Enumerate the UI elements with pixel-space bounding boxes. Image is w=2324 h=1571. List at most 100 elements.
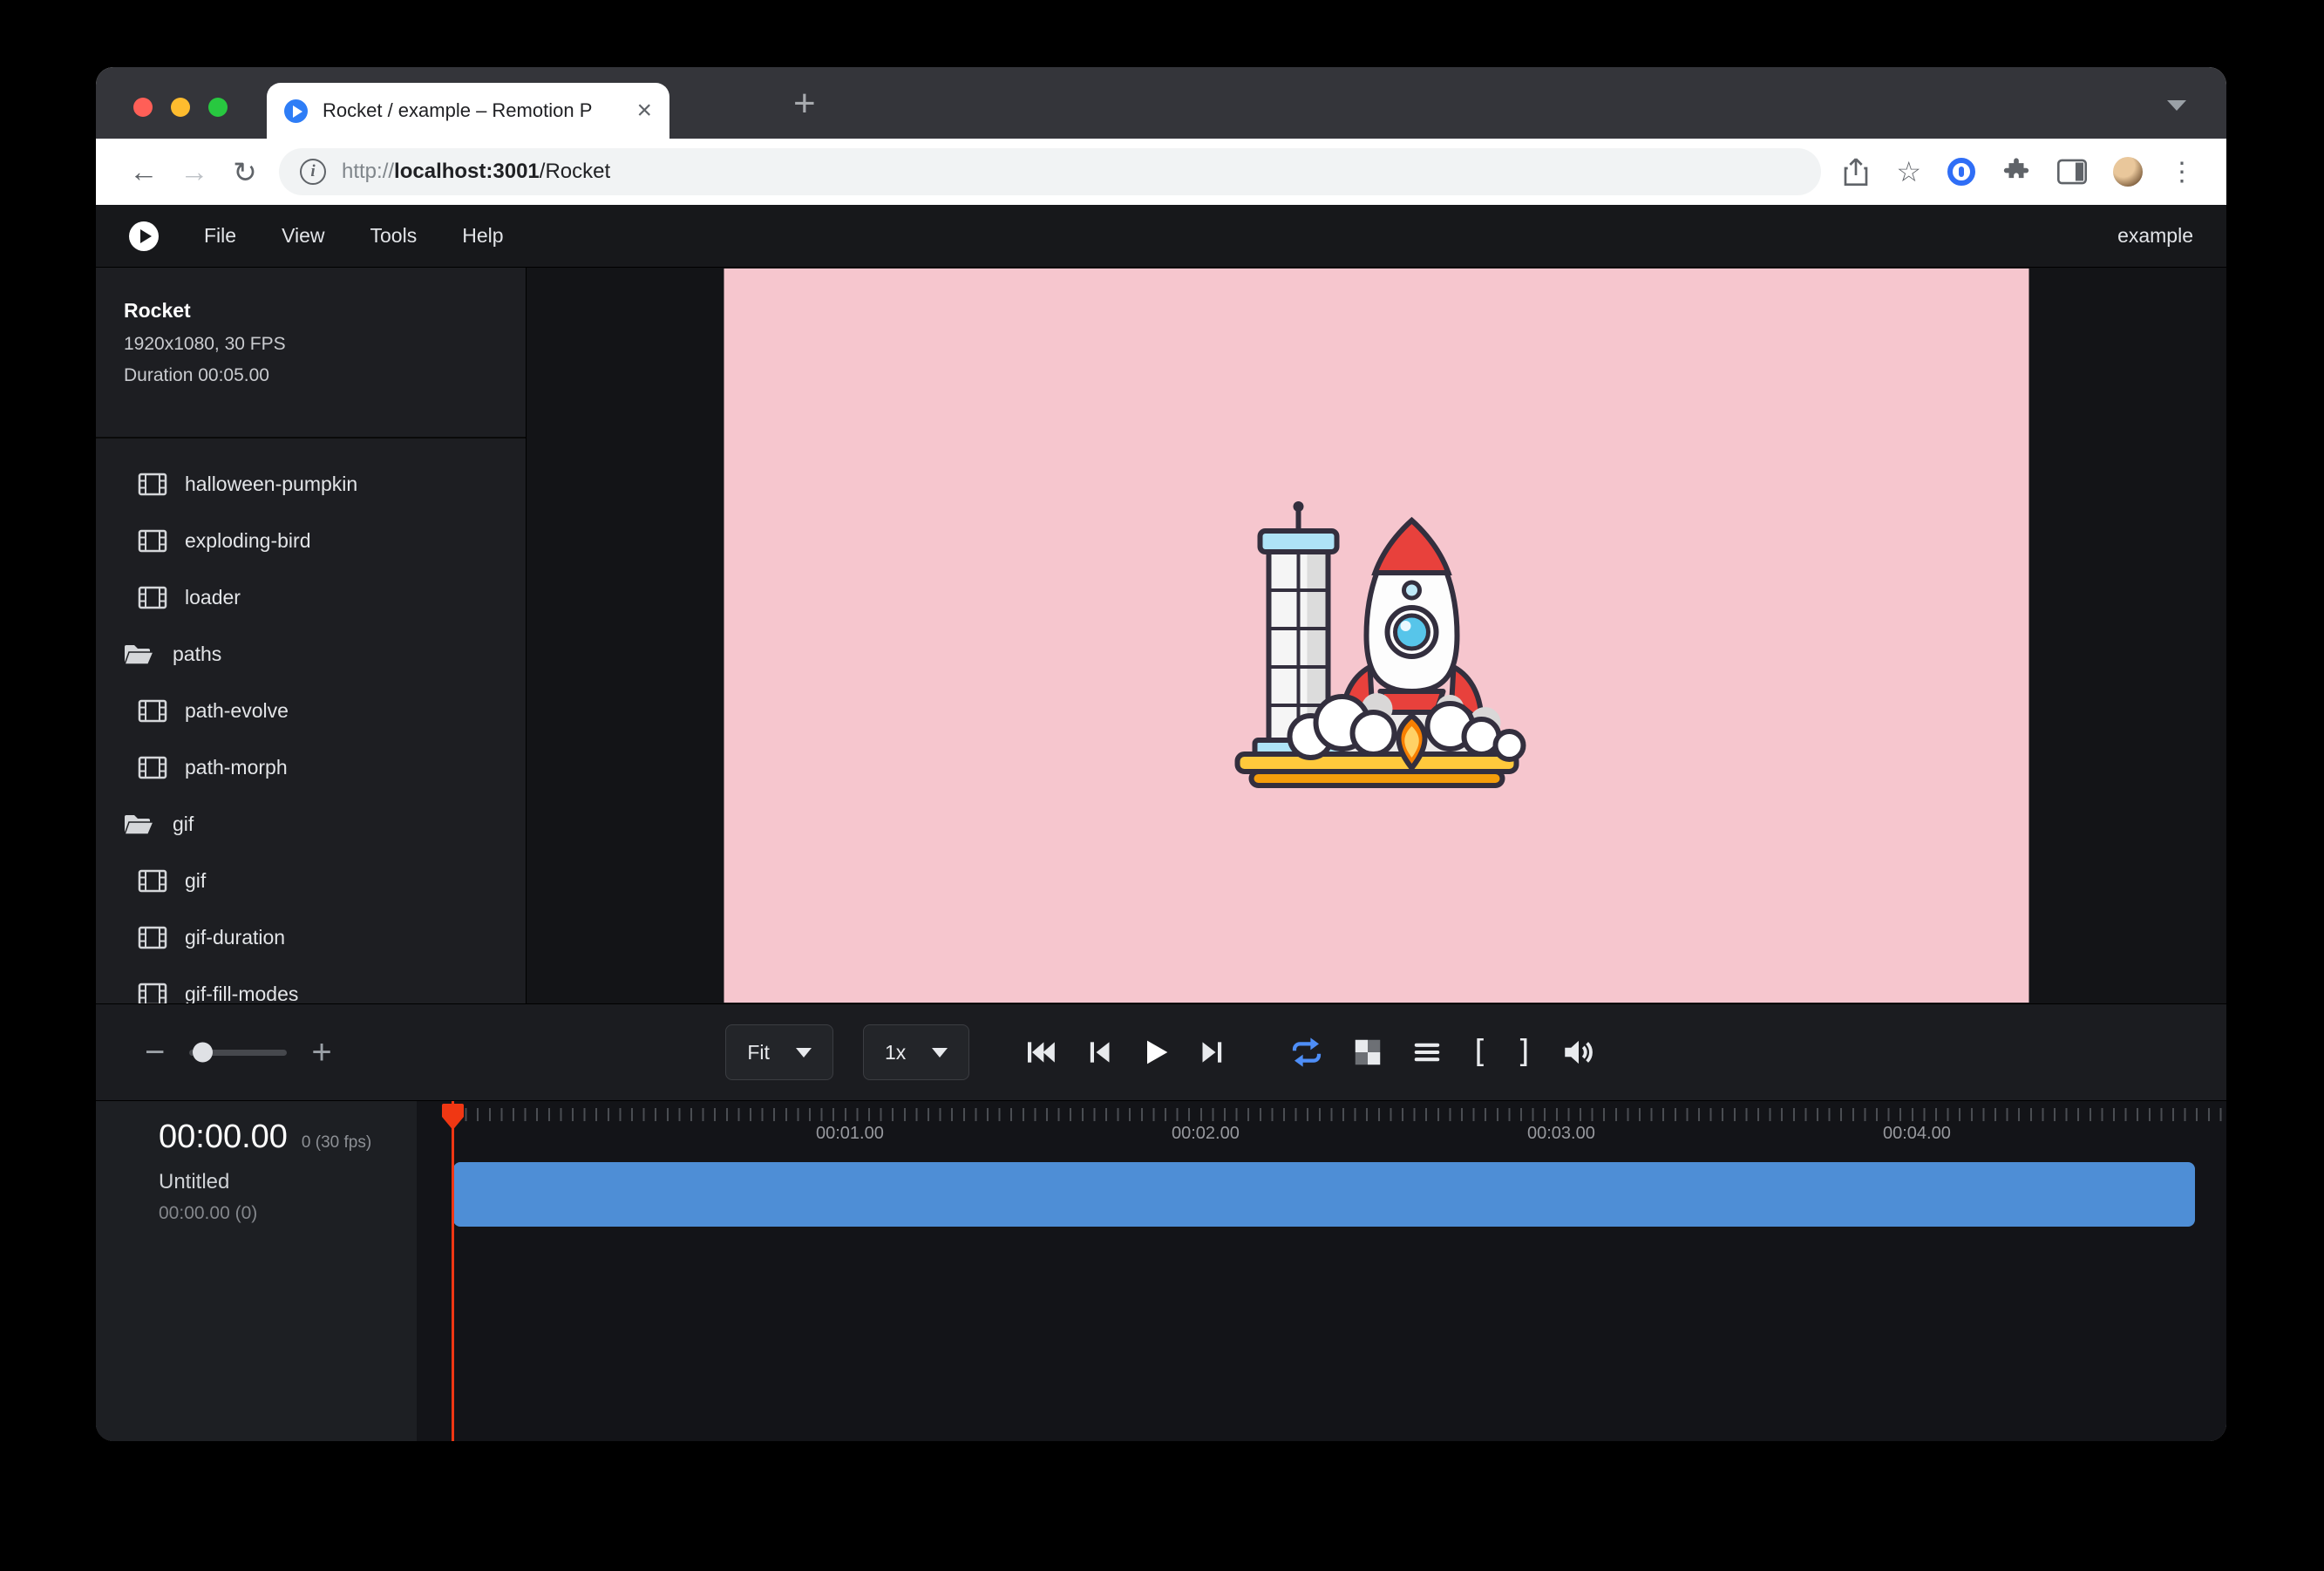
folder-open-icon <box>122 642 155 668</box>
timeline-info-column: 00:00.00 0 (30 fps) Untitled 00:00.00 (0… <box>96 1101 417 1441</box>
menu-view[interactable]: View <box>282 224 324 248</box>
transparency-checkerboard-icon[interactable] <box>1351 1036 1384 1069</box>
app-menubar: File View Tools Help example <box>96 205 2226 268</box>
ruler-label: 00:02.00 <box>1172 1124 1240 1144</box>
video-canvas[interactable] <box>724 269 2029 1003</box>
composition-item[interactable]: path-morph <box>96 739 526 796</box>
zoom-out-button[interactable]: − <box>145 1035 165 1070</box>
film-icon <box>138 699 167 723</box>
current-frame-label: 0 (30 fps) <box>302 1133 371 1153</box>
film-icon <box>138 529 167 553</box>
toolbar-actions: ☆ ⋮ <box>1837 155 2204 188</box>
tab-close-icon[interactable]: × <box>636 98 652 124</box>
url-host: localhost:3001 <box>394 160 540 184</box>
site-info-icon[interactable]: i <box>300 159 326 185</box>
volume-icon[interactable] <box>1560 1034 1597 1071</box>
menu-help[interactable]: Help <box>462 224 503 248</box>
remotion-logo-icon[interactable] <box>129 221 159 251</box>
film-icon <box>138 756 167 779</box>
menu-file[interactable]: File <box>204 224 236 248</box>
previous-frame-icon[interactable] <box>1081 1035 1116 1070</box>
browser-tab[interactable]: Rocket / example – Remotion P × <box>267 83 669 139</box>
speed-dropdown-value: 1x <box>885 1041 906 1064</box>
composition-label: exploding-bird <box>185 529 310 553</box>
timecode-row: 00:00.00 0 (30 fps) <box>159 1119 417 1156</box>
minimize-window-button[interactable] <box>171 98 190 117</box>
timeline-panel: 00:01.00 00:02.00 00:03.00 00:04.00 00:0… <box>96 1101 2226 1441</box>
new-tab-button[interactable]: + <box>793 79 816 128</box>
preview-area <box>527 268 2226 1003</box>
timeline-track[interactable] <box>453 1162 2195 1227</box>
center-controls: Fit 1x <box>725 1024 1596 1080</box>
composition-label: loader <box>185 586 241 609</box>
speed-dropdown[interactable]: 1x <box>863 1024 969 1080</box>
chevron-down-icon <box>932 1048 948 1058</box>
back-button[interactable]: ← <box>119 155 169 188</box>
composition-item[interactable]: halloween-pumpkin <box>96 456 526 513</box>
chevron-down-icon <box>796 1048 812 1058</box>
address-bar[interactable]: i http://localhost:3001/Rocket <box>279 148 1821 195</box>
track-duration: 00:00.00 (0) <box>159 1203 417 1224</box>
in-point-button[interactable]: [ <box>1470 1037 1489 1068</box>
composition-info: Rocket 1920x1080, 30 FPS Duration 00:05.… <box>96 268 526 391</box>
film-icon <box>138 869 167 893</box>
zoom-slider[interactable] <box>189 1050 287 1056</box>
rocket-illustration <box>1202 461 1551 810</box>
composition-item[interactable]: exploding-bird <box>96 513 526 569</box>
composition-item[interactable]: gif-duration <box>96 909 526 966</box>
share-icon[interactable] <box>1842 156 1870 187</box>
loop-icon[interactable] <box>1288 1034 1325 1071</box>
zoom-slider-knob[interactable] <box>193 1043 213 1063</box>
composition-duration: Duration 00:05.00 <box>124 360 498 391</box>
remotion-app: File View Tools Help example Rocket 1920… <box>96 205 2226 1441</box>
composition-item[interactable]: gif <box>96 853 526 909</box>
folder-label: gif <box>173 813 194 836</box>
ruler-label: 00:03.00 <box>1527 1124 1595 1144</box>
menu-tools[interactable]: Tools <box>370 224 418 248</box>
password-manager-icon[interactable] <box>1947 158 1975 186</box>
reload-button[interactable]: ↻ <box>220 155 270 189</box>
size-dropdown[interactable]: Fit <box>725 1024 833 1080</box>
url-path: /Rocket <box>540 160 610 184</box>
url-scheme: http:// <box>342 160 394 184</box>
ruler-label: 00:04.00 <box>1883 1124 1951 1144</box>
next-frame-icon[interactable] <box>1196 1035 1231 1070</box>
composition-item[interactable]: gif-fill-modes <box>96 966 526 1003</box>
profile-avatar[interactable] <box>2113 157 2143 187</box>
playback-controls-bar: − + Fit 1x <box>96 1003 2226 1101</box>
film-icon <box>138 983 167 1003</box>
tab-search-chevron-icon[interactable] <box>2167 100 2186 111</box>
composition-item[interactable]: loader <box>96 569 526 626</box>
folder-item[interactable]: paths <box>96 626 526 683</box>
forward-button[interactable]: → <box>169 155 220 188</box>
track-name[interactable]: Untitled <box>159 1170 417 1194</box>
composition-item[interactable]: path-evolve <box>96 683 526 739</box>
timeline-ruler[interactable] <box>453 1108 2226 1121</box>
play-icon[interactable] <box>1138 1035 1173 1070</box>
composition-label: gif <box>185 869 206 893</box>
zoom-in-button[interactable]: + <box>311 1035 331 1070</box>
browser-menu-icon[interactable]: ⋮ <box>2169 157 2195 187</box>
timeline-menu-icon[interactable] <box>1410 1036 1444 1069</box>
browser-toolbar: ← → ↻ i http://localhost:3001/Rocket ☆ <box>96 139 2226 205</box>
compositions-sidebar: Rocket 1920x1080, 30 FPS Duration 00:05.… <box>96 268 527 1003</box>
traffic-lights <box>133 98 228 117</box>
current-timecode: 00:00.00 <box>159 1119 288 1156</box>
transport-buttons <box>1023 1035 1231 1070</box>
composition-label: halloween-pumpkin <box>185 473 357 496</box>
extensions-puzzle-icon[interactable] <box>2001 157 2031 187</box>
tab-strip: Rocket / example – Remotion P × + <box>96 67 2226 139</box>
playhead-line[interactable] <box>452 1101 454 1441</box>
out-point-button[interactable]: ] <box>1515 1037 1534 1068</box>
composition-resolution: 1920x1080, 30 FPS <box>124 329 498 360</box>
folder-item[interactable]: gif <box>96 796 526 853</box>
zoom-window-button[interactable] <box>208 98 228 117</box>
composition-list: halloween-pumpkin exploding-bird loader <box>96 439 526 1003</box>
close-window-button[interactable] <box>133 98 153 117</box>
side-panel-icon[interactable] <box>2057 159 2087 185</box>
browser-window: Rocket / example – Remotion P × + ← → ↻ … <box>96 67 2226 1441</box>
bookmark-star-icon[interactable]: ☆ <box>1896 155 1921 188</box>
jump-to-start-icon[interactable] <box>1023 1035 1058 1070</box>
tab-title: Rocket / example – Remotion P <box>323 99 628 122</box>
playhead-marker[interactable] <box>441 1103 465 1131</box>
